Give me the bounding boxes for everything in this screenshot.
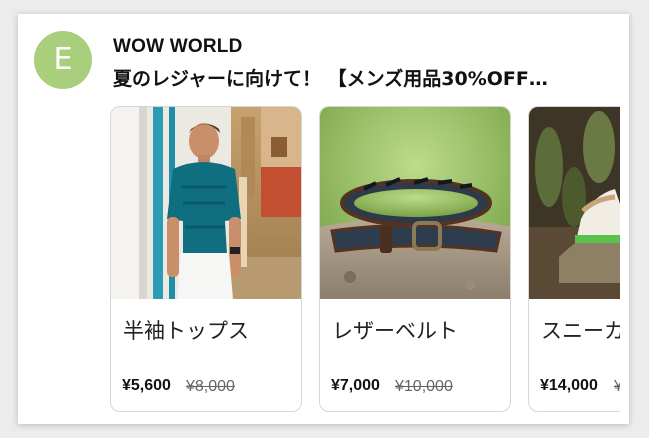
product-image-tops[interactable]: [111, 107, 301, 299]
product-price: ¥7,000: [331, 377, 380, 394]
ad-card[interactable]: E WOW WORLD 夏のレジャーに向けて！ 【メンズ用品30%OFF… 半袖…: [18, 14, 629, 424]
product-card-leather-belt[interactable]: レザーベルト ¥7,000 ¥10,000: [319, 106, 511, 412]
product-name[interactable]: スニーカー: [541, 315, 620, 345]
product-name[interactable]: 半袖トップス: [123, 315, 249, 345]
man-in-teal-shirt-photo: [111, 107, 301, 299]
product-image-belt[interactable]: [320, 107, 510, 299]
carousel-track: 半袖トップス ¥5,600 ¥8,000 レザーベルト ¥7,000 ¥10,0…: [110, 106, 620, 422]
ad-headline[interactable]: 夏のレジャーに向けて！ 【メンズ用品30%OFF…: [113, 64, 613, 91]
product-card-sneakers[interactable]: スニーカー ¥14,000 ¥: [528, 106, 620, 412]
product-price: ¥14,000: [540, 377, 598, 394]
product-carousel[interactable]: 半袖トップス ¥5,600 ¥8,000 レザーベルト ¥7,000 ¥10,0…: [110, 106, 620, 422]
product-original-price: ¥: [614, 378, 620, 396]
product-name[interactable]: レザーベルト: [332, 315, 458, 345]
brand-avatar: E: [34, 31, 92, 89]
product-card-short-sleeve-tops[interactable]: 半袖トップス ¥5,600 ¥8,000: [110, 106, 302, 412]
sneaker-photo: [529, 107, 620, 299]
leather-belt-photo: [320, 107, 510, 299]
product-original-price: ¥8,000: [186, 378, 235, 395]
brand-name[interactable]: WOW WORLD: [113, 36, 242, 58]
product-image-sneakers[interactable]: [529, 107, 620, 299]
product-original-price: ¥10,000: [395, 378, 453, 395]
product-price: ¥5,600: [122, 377, 171, 394]
